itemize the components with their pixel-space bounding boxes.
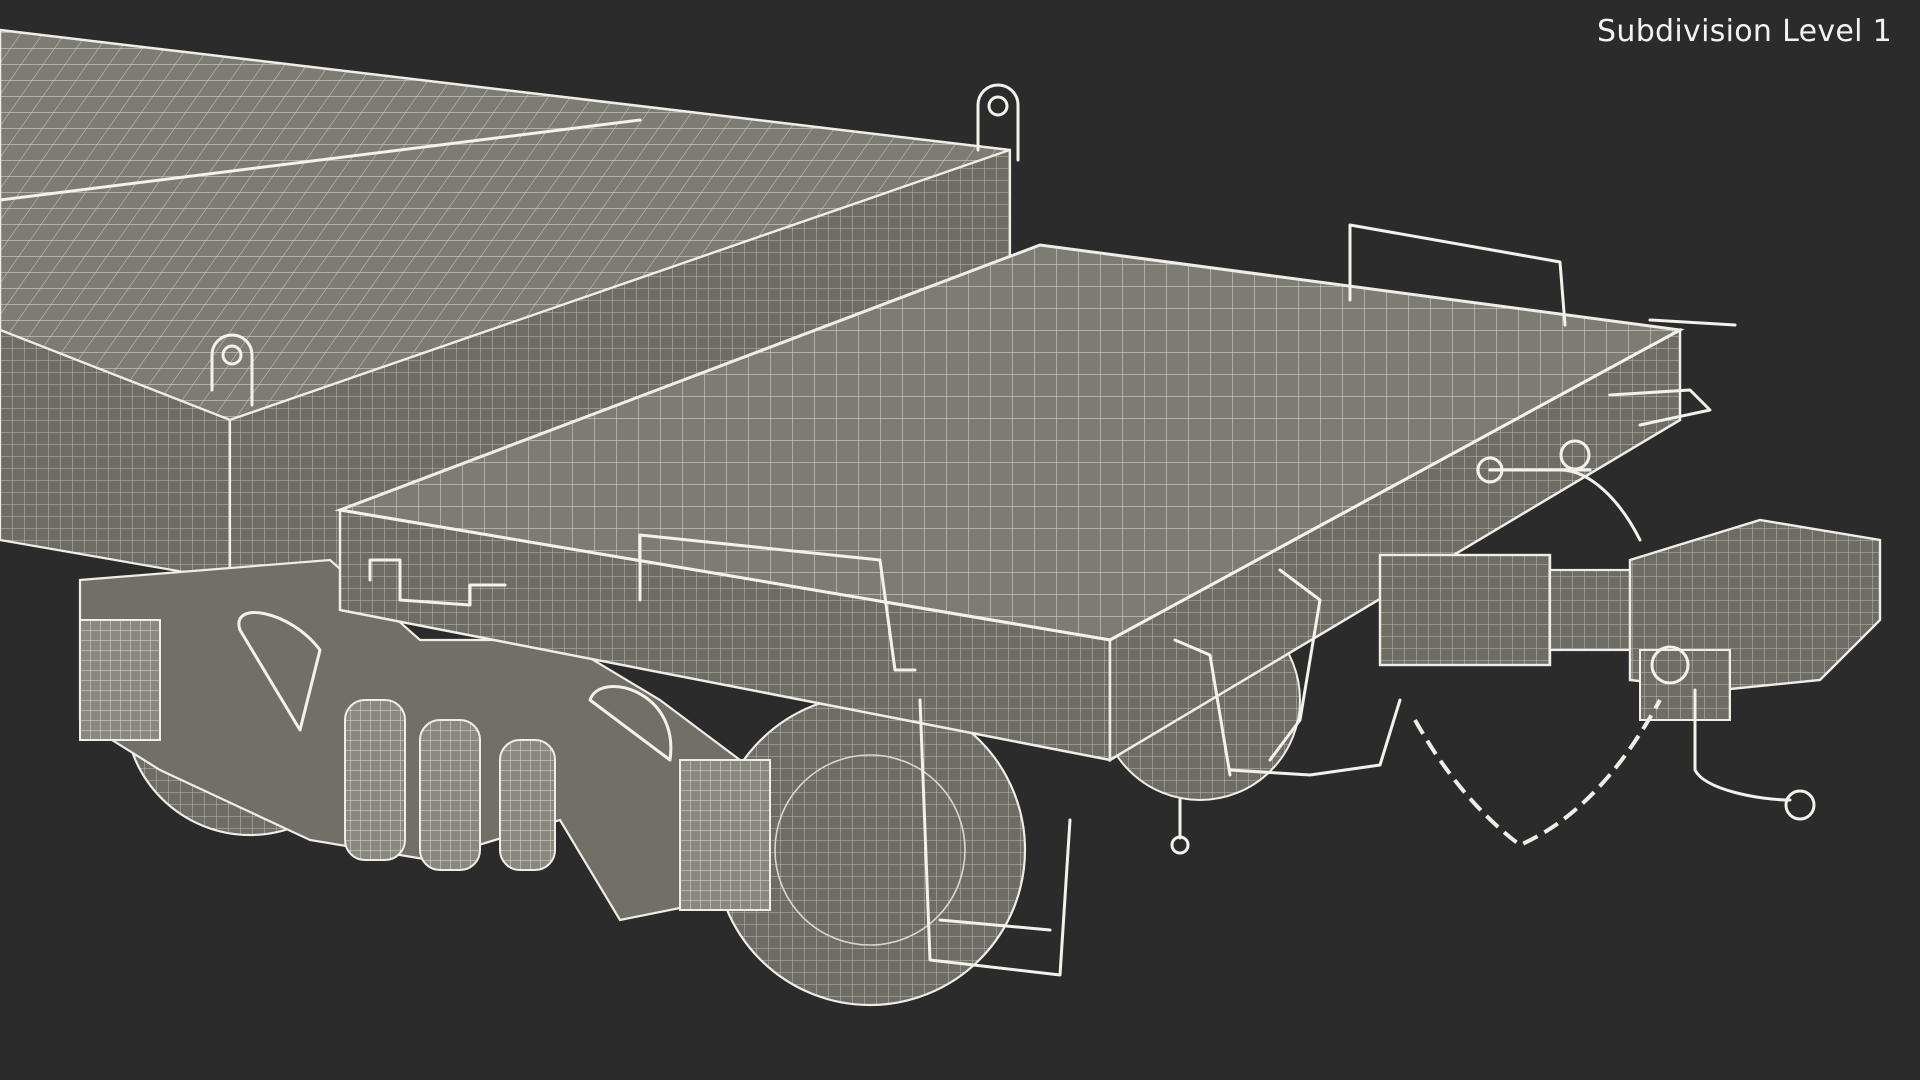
railcar-wireframe-render [0,28,1882,1007]
subdivision-level-label: Subdivision Level 1 [1597,14,1892,49]
render-viewport: Subdivision Level 1 [0,0,1920,1080]
safety-chain-icon [1413,699,1662,848]
